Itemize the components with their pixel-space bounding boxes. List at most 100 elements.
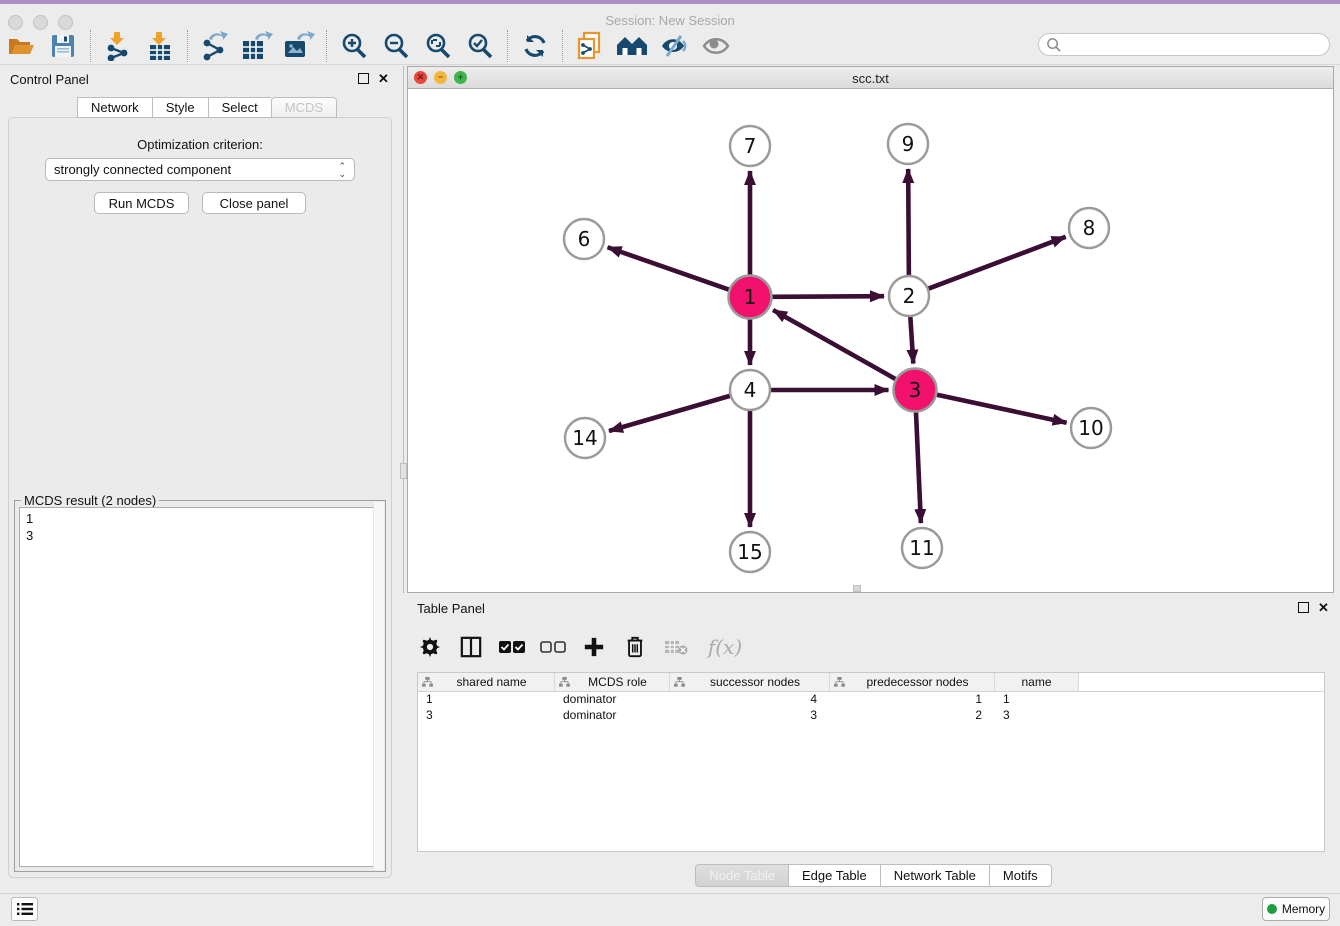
import-table-button[interactable] <box>139 29 181 63</box>
tab-select[interactable]: Select <box>208 97 271 118</box>
zoom-fit-button[interactable] <box>417 29 459 63</box>
column-header-shared-name[interactable]: shared name <box>418 673 555 691</box>
search-input[interactable] <box>1061 35 1329 54</box>
node-table[interactable]: shared nameMCDS rolesuccessor nodesprede… <box>417 672 1325 852</box>
plus-icon <box>583 636 605 658</box>
float-panel-icon[interactable] <box>1298 602 1309 613</box>
hide-style-button[interactable] <box>653 29 695 63</box>
show-columns-button[interactable] <box>458 634 484 660</box>
graph-edge-3-10[interactable] <box>937 395 1067 423</box>
result-scrollbar[interactable] <box>373 502 384 870</box>
toolbar-separator <box>326 30 327 62</box>
cell-name: 3 <box>995 708 1079 724</box>
zoom-out-button[interactable] <box>375 29 417 63</box>
table-row[interactable]: 1dominator411 <box>418 692 1324 708</box>
function-builder-button[interactable]: f(x) <box>704 634 746 660</box>
optimization-criterion-label: Optimization criterion: <box>0 137 400 152</box>
tab-network-table[interactable]: Network Table <box>880 864 989 887</box>
network-resize-grip[interactable] <box>853 585 861 592</box>
network-window-titlebar[interactable]: ✕ − + scc.txt <box>408 67 1333 89</box>
graph-node-14[interactable]: 14 <box>565 418 605 458</box>
panel-splitter[interactable] <box>403 66 404 593</box>
cell-name: 1 <box>995 692 1079 708</box>
select-all-button[interactable] <box>499 634 525 660</box>
import-network-button[interactable] <box>97 29 139 63</box>
close-panel-icon[interactable]: ✕ <box>378 73 389 84</box>
float-panel-icon[interactable] <box>358 73 369 84</box>
cell-successor-nodes: 4 <box>670 692 830 708</box>
graph-edge-1-6[interactable] <box>608 247 729 289</box>
graph-node-7[interactable]: 7 <box>730 126 770 166</box>
svg-text:15: 15 <box>737 540 762 564</box>
zoom-in-icon <box>340 32 368 60</box>
save-session-button[interactable] <box>42 29 84 63</box>
graph-edge-1-2[interactable] <box>772 296 884 297</box>
export-network-icon <box>200 31 230 61</box>
graph-node-10[interactable]: 10 <box>1071 408 1111 448</box>
svg-text:7: 7 <box>744 134 757 158</box>
add-row-button[interactable] <box>581 634 607 660</box>
zoom-in-button[interactable] <box>333 29 375 63</box>
graph-node-9[interactable]: 9 <box>888 124 928 164</box>
network-graph-canvas[interactable]: 1 2 3 4 6 7 8 9 10 11 14 15 <box>408 89 1333 593</box>
tab-motifs[interactable]: Motifs <box>989 864 1052 887</box>
column-header-MCDS-role[interactable]: MCDS role <box>555 673 670 691</box>
tab-style[interactable]: Style <box>152 97 208 118</box>
toolbar-search[interactable] <box>1038 33 1330 56</box>
delete-row-button[interactable] <box>622 634 648 660</box>
close-panel-button[interactable]: Close panel <box>202 192 306 214</box>
tab-edge-table[interactable]: Edge Table <box>788 864 880 887</box>
window-title: Session: New Session <box>0 13 1340 28</box>
tab-mcds[interactable]: MCDS <box>271 97 337 118</box>
graph-edge-3-11[interactable] <box>916 412 921 523</box>
open-session-button[interactable] <box>0 29 42 63</box>
cell-predecessor-nodes: 1 <box>830 692 995 708</box>
graph-node-1[interactable]: 1 <box>729 276 772 319</box>
graph-edge-2-3[interactable] <box>910 317 913 364</box>
table-panel-icons: ✕ <box>1298 602 1329 613</box>
graph-node-8[interactable]: 8 <box>1069 208 1109 248</box>
splitter-grip[interactable] <box>400 463 407 479</box>
graph-node-3[interactable]: 3 <box>894 369 937 412</box>
column-header-predecessor-nodes[interactable]: predecessor nodes <box>830 673 995 691</box>
duplicate-network-button[interactable] <box>569 29 611 63</box>
graph-edge-2-8[interactable] <box>929 237 1066 289</box>
cell-shared-name: 1 <box>418 692 555 708</box>
graph-edges <box>608 169 1067 527</box>
graph-node-11[interactable]: 11 <box>902 528 942 568</box>
run-mcds-button[interactable]: Run MCDS <box>94 192 189 214</box>
memory-button[interactable]: Memory <box>1262 897 1330 921</box>
graph-node-15[interactable]: 15 <box>730 532 770 572</box>
close-panel-icon[interactable]: ✕ <box>1318 602 1329 613</box>
optimization-criterion-select[interactable]: strongly connected component ⌃⌄ <box>45 158 355 181</box>
mcds-result-text[interactable]: 1 3 <box>19 507 381 867</box>
show-eye-button[interactable] <box>695 29 737 63</box>
export-image-icon <box>283 31 315 61</box>
graph-edge-4-14[interactable] <box>609 396 730 431</box>
export-network-button[interactable] <box>194 29 236 63</box>
graph-edge-2-9[interactable] <box>908 169 909 275</box>
refresh-layout-button[interactable] <box>514 29 556 63</box>
tab-network[interactable]: Network <box>77 97 152 118</box>
table-settings-button[interactable] <box>417 634 443 660</box>
column-tree-icon <box>422 677 433 687</box>
graph-node-6[interactable]: 6 <box>564 219 604 259</box>
column-header-name[interactable]: name <box>995 673 1079 691</box>
deselect-all-button[interactable] <box>540 634 566 660</box>
checked-boxes-icon <box>499 640 525 654</box>
graph-node-2[interactable]: 2 <box>889 276 929 316</box>
svg-text:6: 6 <box>578 227 591 251</box>
task-history-button[interactable] <box>11 897 38 921</box>
delete-table-button[interactable] <box>663 634 689 660</box>
select-spinner-icon: ⌃⌄ <box>338 162 346 178</box>
tab-node-table[interactable]: Node Table <box>695 864 788 887</box>
zoom-selected-button[interactable] <box>459 29 501 63</box>
export-table-button[interactable] <box>236 29 278 63</box>
graph-edge-3-1[interactable] <box>773 310 895 379</box>
table-row[interactable]: 3dominator323 <box>418 708 1324 724</box>
export-image-button[interactable] <box>278 29 320 63</box>
network-window-title: scc.txt <box>408 71 1333 86</box>
column-header-successor-nodes[interactable]: successor nodes <box>670 673 830 691</box>
graph-node-4[interactable]: 4 <box>730 370 770 410</box>
home-network-button[interactable] <box>611 29 653 63</box>
